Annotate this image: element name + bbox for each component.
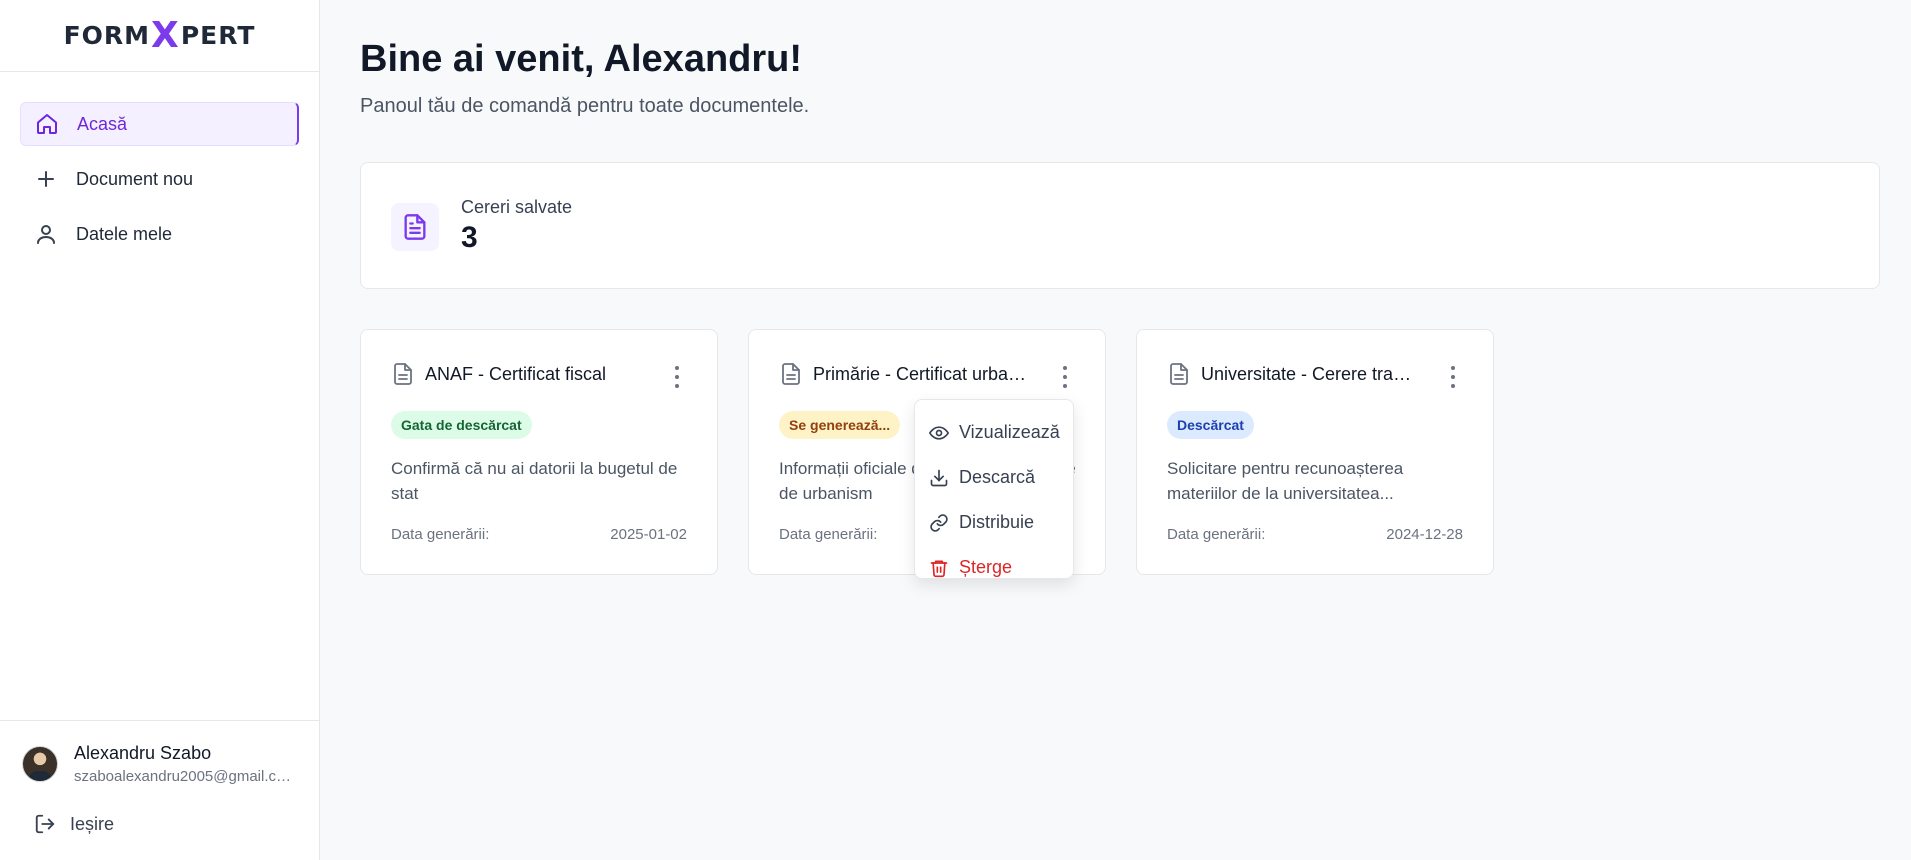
document-icon bbox=[404, 214, 426, 240]
link-icon bbox=[930, 513, 948, 532]
user-email: szaboalexandru2005@gmail.com bbox=[74, 768, 294, 785]
logout-label: Ieșire bbox=[70, 813, 115, 834]
page-title: Bine ai venit, Alexandru! bbox=[360, 38, 803, 80]
main-content: Bine ai venit, Alexandru! Panoul tău de … bbox=[360, 0, 1881, 575]
menu-item-label: Descarcă bbox=[959, 467, 1036, 487]
logo-x: X bbox=[151, 14, 180, 56]
menu-item-label: Distribuie bbox=[959, 512, 1035, 532]
more-options-icon[interactable] bbox=[1059, 366, 1071, 388]
logo-text-form: FORM bbox=[63, 21, 151, 50]
user-name: Alexandru Szabo bbox=[74, 743, 212, 763]
menu-item-share[interactable]: Distribuie bbox=[915, 500, 1073, 545]
sidebar-item-my-data[interactable]: Datele mele bbox=[20, 212, 299, 256]
document-description: Solicitare pentru recunoașterea materiil… bbox=[1167, 459, 1404, 503]
plus-icon bbox=[38, 171, 54, 187]
download-icon bbox=[930, 469, 948, 486]
brand-logo[interactable]: FORM X PERT bbox=[63, 14, 256, 56]
stat-value: 3 bbox=[461, 221, 478, 254]
status-badge: Se generează... bbox=[779, 411, 901, 439]
document-card-header: Universitate - Cerere transfer bbox=[1167, 362, 1421, 386]
logout-icon bbox=[35, 814, 55, 834]
saved-requests-card: Cereri salvate 3 bbox=[360, 162, 1880, 289]
file-icon bbox=[394, 363, 412, 385]
logout-button[interactable]: Ieșire bbox=[34, 813, 114, 835]
document-card-header: ANAF - Certificat fiscal bbox=[391, 362, 665, 386]
user-icon bbox=[37, 225, 55, 244]
date-value: 2024-12-28 bbox=[1386, 526, 1463, 543]
more-options-icon[interactable] bbox=[671, 366, 683, 388]
home-icon bbox=[37, 114, 57, 134]
sidebar-footer: Alexandru Szabo szaboalexandru2005@gmail… bbox=[0, 720, 319, 860]
file-icon bbox=[782, 363, 800, 385]
status-badge: Gata de descărcat bbox=[391, 411, 532, 439]
logo-text-pert: PERT bbox=[180, 21, 256, 50]
document-description: Confirmă că nu ai datorii la bugetul de … bbox=[391, 459, 678, 503]
menu-item-view[interactable]: Vizualizează bbox=[915, 410, 1073, 455]
sidebar-nav: Acasă Document nou Datele mele bbox=[0, 72, 319, 256]
document-title: Primărie - Certificat urbanism bbox=[813, 363, 1028, 384]
document-card[interactable]: ANAF - Certificat fiscal Gata de descărc… bbox=[360, 329, 718, 575]
page-subtitle: Panoul tău de comandă pentru toate docum… bbox=[360, 95, 810, 117]
sidebar: FORM X PERT Acasă Document nou Datele mele… bbox=[0, 0, 320, 860]
document-title: Universitate - Cerere transfer bbox=[1201, 363, 1421, 384]
date-label: Data generării: bbox=[1167, 526, 1266, 543]
document-card-header: Primărie - Certificat urbanism bbox=[779, 362, 1028, 386]
avatar bbox=[22, 746, 58, 782]
stat-label: Cereri salvate bbox=[461, 197, 573, 217]
user-profile[interactable]: Alexandru Szabo szaboalexandru2005@gmail… bbox=[22, 743, 294, 785]
document-meta: Data generării: 2024-12-28 bbox=[1167, 526, 1463, 543]
more-options-icon[interactable] bbox=[1447, 366, 1459, 388]
document-meta: Data generării: 2025-01-02 bbox=[391, 526, 687, 543]
stat-icon-wrap bbox=[391, 203, 439, 251]
trash-icon bbox=[930, 560, 948, 577]
eye-icon bbox=[929, 425, 949, 440]
status-badge: Descărcat bbox=[1167, 411, 1254, 439]
date-label: Data generării: bbox=[779, 526, 878, 543]
logo-area: FORM X PERT bbox=[0, 0, 319, 72]
date-value: 2025-01-02 bbox=[610, 526, 687, 543]
sidebar-item-new-document[interactable]: Document nou bbox=[20, 157, 299, 201]
document-context-menu: Vizualizează Descarcă Distribuie Șterge bbox=[914, 399, 1074, 579]
sidebar-item-label: Acasă bbox=[77, 113, 128, 134]
sidebar-item-home[interactable]: Acasă bbox=[20, 102, 299, 146]
menu-item-label: Vizualizează bbox=[959, 422, 1060, 442]
date-label: Data generării: bbox=[391, 526, 490, 543]
menu-item-label: Șterge bbox=[959, 557, 1013, 577]
sidebar-item-label: Document nou bbox=[76, 168, 194, 189]
sidebar-item-label: Datele mele bbox=[76, 223, 173, 244]
document-card[interactable]: Universitate - Cerere transfer Descărcat… bbox=[1136, 329, 1494, 575]
menu-item-download[interactable]: Descarcă bbox=[915, 455, 1073, 500]
document-title: ANAF - Certificat fiscal bbox=[425, 363, 607, 384]
file-icon bbox=[1170, 363, 1188, 385]
menu-item-delete[interactable]: Șterge bbox=[915, 545, 1073, 590]
